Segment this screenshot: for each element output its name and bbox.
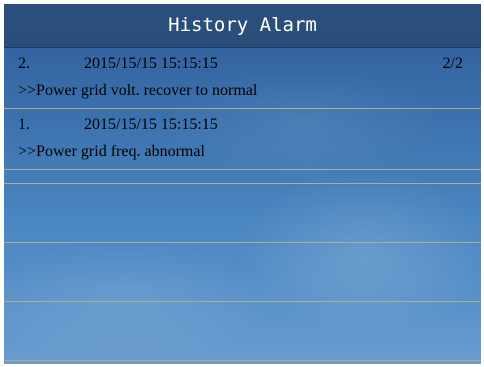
empty-row-divider — [4, 183, 481, 184]
alarm-timestamp: 2015/15/15 15:15:15 — [84, 55, 218, 72]
alarm-index: 1. — [18, 116, 30, 133]
page-indicator: 2/2 — [442, 55, 463, 72]
page-title: History Alarm — [168, 14, 317, 36]
alarm-message: >>Power grid freq. abnormal — [18, 143, 205, 160]
alarm-message: >>Power grid volt. recover to normal — [18, 82, 258, 99]
title-bar: History Alarm — [4, 4, 481, 48]
alarm-index: 2. — [18, 55, 30, 72]
alarm-record-1[interactable]: 1. 2015/15/15 15:15:15 >>Power grid freq… — [4, 109, 481, 170]
empty-row-divider — [4, 242, 481, 243]
lcd-screen: History Alarm 2. 2015/15/15 15:15:15 2/2… — [4, 4, 481, 364]
empty-row-divider — [4, 360, 481, 361]
alarm-timestamp: 2015/15/15 15:15:15 — [84, 116, 218, 133]
empty-row-divider — [4, 301, 481, 302]
alarm-record-2[interactable]: 2. 2015/15/15 15:15:15 2/2 >>Power grid … — [4, 48, 481, 109]
device-frame: History Alarm 2. 2015/15/15 15:15:15 2/2… — [0, 0, 484, 367]
